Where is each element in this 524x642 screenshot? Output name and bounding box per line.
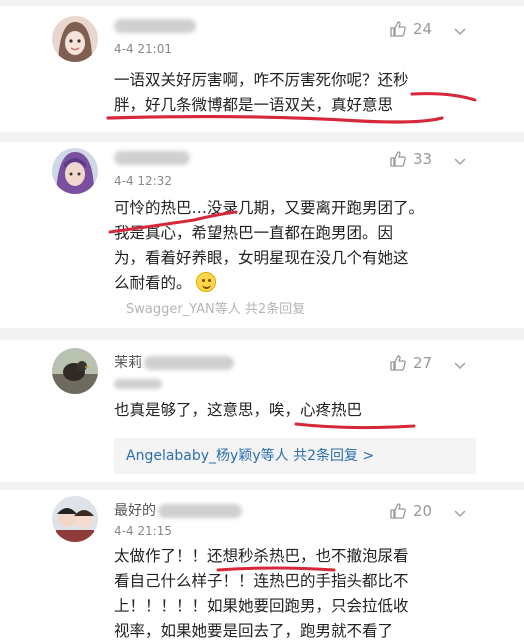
like-button[interactable]: 20 xyxy=(389,502,432,520)
comment-card: 最好的 4-4 21:15 20 太做作了！！还想秒杀热巴，也不撤泡尿看 看自己… xyxy=(0,490,524,642)
avatar[interactable] xyxy=(52,16,98,62)
like-count: 20 xyxy=(413,502,433,520)
divider xyxy=(0,328,524,340)
like-count: 33 xyxy=(413,150,433,168)
smiling-face-emoji xyxy=(196,272,217,292)
replies-link[interactable]: Swagger_YAN等人 共2条回复 xyxy=(126,298,305,317)
comment-card: 茉莉 27 也真是够了，这意思，唉，心疼热巴 Angelababy_杨y颖y等人… xyxy=(0,340,524,482)
thumbs-up-icon xyxy=(390,503,406,519)
like-button[interactable]: 27 xyxy=(389,354,432,372)
chevron-down-icon[interactable] xyxy=(452,24,468,40)
comment-text: 也真是够了，这意思，唉，心疼热巴 xyxy=(114,398,474,423)
username[interactable] xyxy=(114,18,196,34)
timestamp: 4-4 12:32 xyxy=(114,174,172,188)
like-button[interactable]: 24 xyxy=(389,20,432,38)
chevron-down-icon[interactable] xyxy=(452,506,468,522)
timestamp xyxy=(114,376,162,390)
text-line: 太做作了！！还想秒杀热巴，也不撤泡尿看 xyxy=(114,547,409,565)
comment-text: 可怜的热巴…没录几期，又要离开跑男团了。 我是真心，希望热巴一直都在跑男团。因 … xyxy=(114,196,474,296)
like-count: 27 xyxy=(413,354,433,372)
replies-count[interactable]: 共2条回复 xyxy=(293,448,358,464)
timestamp: 4-4 21:15 xyxy=(114,524,172,538)
text-span: 么耐看的。 xyxy=(114,274,192,292)
chevron-right-icon: > xyxy=(362,448,375,464)
thumbs-up-icon xyxy=(390,21,406,37)
username-text: 茉莉 xyxy=(114,355,142,371)
text-line: 胖，好几条微博都是一语双关，真好意思 xyxy=(114,96,394,114)
avatar[interactable] xyxy=(52,148,98,194)
timestamp: 4-4 21:01 xyxy=(114,42,172,56)
username-text: 最好的 xyxy=(114,503,156,519)
avatar[interactable] xyxy=(52,348,98,394)
text-line: 么耐看的。 xyxy=(114,271,474,296)
text-line: 视率，如果她要是回去了，跑男就不看了 xyxy=(114,622,394,640)
like-count: 24 xyxy=(413,20,433,38)
text-line: 可怜的热巴…没录几期，又要离开跑男团了。 xyxy=(114,199,425,217)
username[interactable] xyxy=(114,150,190,166)
chevron-down-icon[interactable] xyxy=(452,358,468,374)
thumbs-up-icon xyxy=(390,151,406,167)
divider xyxy=(0,132,524,142)
comment-text: 太做作了！！还想秒杀热巴，也不撤泡尿看 看自己什么样子！！连热巴的手指头都比不 … xyxy=(114,544,474,642)
username[interactable]: 茉莉 xyxy=(114,352,234,372)
avatar[interactable] xyxy=(52,496,98,542)
replies-box[interactable]: Angelababy_杨y颖y等人 共2条回复 > xyxy=(114,438,476,474)
replies-names[interactable]: Angelababy_杨y颖y等人 xyxy=(126,448,289,464)
text-line: 上！！！！！如果她要回跑男，只会拉低收 xyxy=(114,597,409,615)
like-button[interactable]: 33 xyxy=(389,150,432,168)
thumbs-up-icon xyxy=(390,355,406,371)
username[interactable]: 最好的 xyxy=(114,500,242,520)
divider xyxy=(0,482,524,490)
chevron-down-icon[interactable] xyxy=(452,154,468,170)
comment-card: 4-4 21:01 24 一语双关好厉害啊，咋不厉害死你呢？还秒 胖，好几条微博… xyxy=(0,6,524,132)
text-line: 我是真心，希望热巴一直都在跑男团。因 xyxy=(114,224,394,242)
text-line: 一语双关好厉害啊，咋不厉害死你呢？还秒 xyxy=(114,71,409,89)
text-line: 也真是够了，这意思，唉，心疼热巴 xyxy=(114,401,363,419)
text-line: 看自己什么样子！！连热巴的手指头都比不 xyxy=(114,572,409,590)
text-line: 为，看着好养眼，女明星现在没几个有她这 xyxy=(114,249,409,267)
comment-text: 一语双关好厉害啊，咋不厉害死你呢？还秒 胖，好几条微博都是一语双关，真好意思 xyxy=(114,68,474,118)
comment-card: 4-4 12:32 33 可怜的热巴…没录几期，又要离开跑男团了。 我是真心，希… xyxy=(0,142,524,328)
